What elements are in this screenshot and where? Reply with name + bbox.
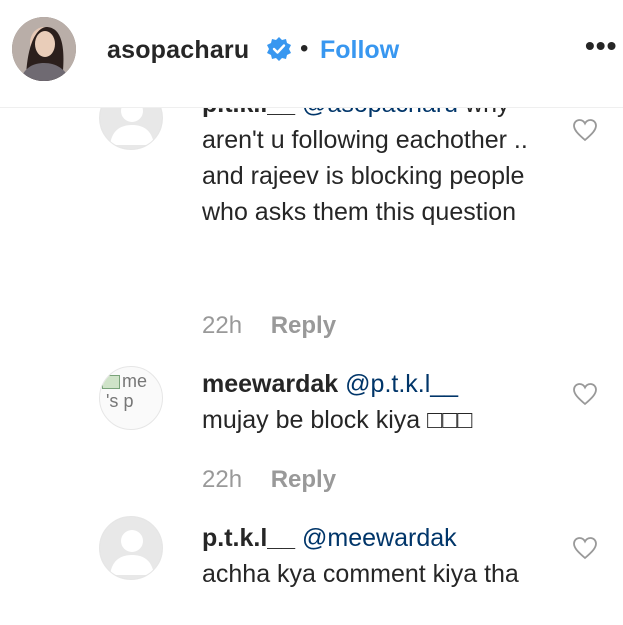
comment-body: p.t.k.l__ @meewardak achha kya comment k… [202,520,552,592]
follow-button[interactable]: Follow [320,36,399,65]
comments-list: p.t.k.l__ @asopacharu why aren't u follo… [0,108,623,625]
comment-avatar[interactable] [99,516,163,580]
comment-author[interactable]: meewardak [202,370,338,398]
comment-text: mujay be block kiya □□□ [202,406,473,434]
comment-mention[interactable]: @meewardak [302,524,457,552]
comment-meta: 22h Reply [202,312,336,340]
post-header: asopacharu • Follow ••• [0,0,623,108]
like-heart-icon[interactable] [572,536,598,560]
reply-button[interactable]: Reply [271,466,336,493]
comment-meta: 22h Reply [202,466,336,494]
comment-text: why aren't u following eachother .. and … [202,108,528,226]
verified-badge-icon [267,37,291,61]
comment-avatar[interactable]: me 's p [99,366,163,430]
comment-author[interactable]: p.t.k.l__ [202,108,295,118]
separator-dot: • [300,35,309,62]
broken-image-icon [102,375,120,390]
comment-mention[interactable]: @asopacharu [302,108,458,118]
more-options-icon[interactable]: ••• [585,30,617,62]
like-heart-icon[interactable] [572,118,598,142]
comment-text: achha kya comment kiya tha [202,560,519,588]
broken-image-placeholder: me 's p [102,371,147,411]
reply-button[interactable]: Reply [271,312,336,339]
comment-body: p.t.k.l__ @asopacharu why aren't u follo… [202,108,552,230]
comment-time: 22h [202,312,243,339]
post-username[interactable]: asopacharu [107,36,249,65]
comment-time: 22h [202,466,243,493]
profile-avatar[interactable] [12,17,76,81]
like-heart-icon[interactable] [572,382,598,406]
comment-body: meewardak @p.t.k.l__ mujay be block kiya… [202,366,552,438]
comment-avatar[interactable] [99,108,163,150]
comment-author[interactable]: p.t.k.l__ [202,524,295,552]
comment-mention[interactable]: @p.t.k.l__ [345,370,458,398]
